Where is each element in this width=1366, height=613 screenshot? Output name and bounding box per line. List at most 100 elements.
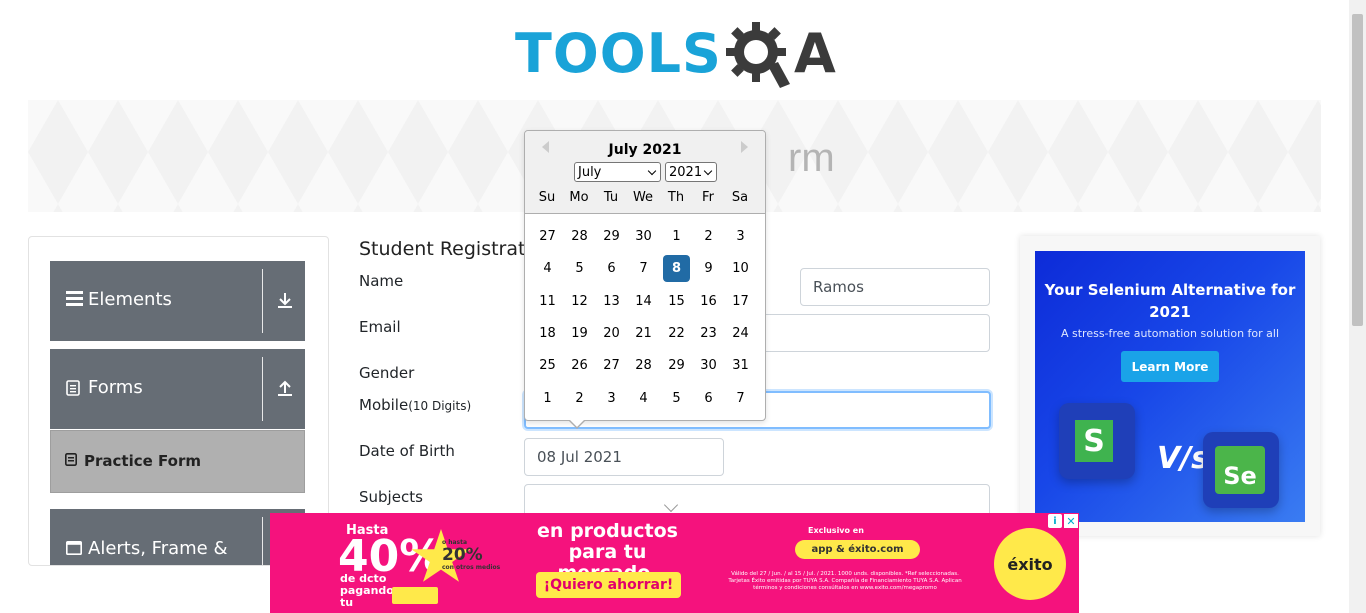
katalon-logo: S <box>1059 403 1135 479</box>
calendar-day[interactable]: 18 <box>534 320 561 347</box>
menu-group-elements[interactable]: Elements <box>50 261 305 341</box>
month-select[interactable]: July <box>574 162 661 182</box>
calendar-day[interactable]: 4 <box>534 255 561 282</box>
calendar-day[interactable]: 7 <box>630 255 657 282</box>
calendar-day[interactable]: 15 <box>663 288 690 315</box>
calendar-day[interactable]: 8 <box>663 255 690 282</box>
email-label: Email <box>359 318 401 336</box>
weekday-header: Th <box>667 190 685 205</box>
calendar-day[interactable]: 1 <box>663 223 690 250</box>
calendar-day[interactable]: 3 <box>727 223 754 250</box>
month-select-value: July <box>578 164 602 180</box>
calendar-day[interactable]: 30 <box>695 352 722 379</box>
vs-text: V/s <box>1157 441 1210 476</box>
email-input[interactable] <box>760 314 990 352</box>
calendar-day[interactable]: 9 <box>695 255 722 282</box>
year-select-value: 2021 <box>669 164 703 180</box>
weekday-header: We <box>632 190 654 205</box>
ad-subline: A stress-free automation solution for al… <box>1060 327 1280 340</box>
calendar-day[interactable]: 2 <box>695 223 722 250</box>
menu-group-label: Elements <box>88 289 172 310</box>
mobile-label-text: Mobile <box>359 396 409 414</box>
page: TOOLS A rm Elements Forms Practice Form … <box>0 0 1366 613</box>
calendar-day[interactable]: 30 <box>630 223 657 250</box>
ad-close-icon[interactable]: ✕ <box>1064 514 1078 528</box>
calendar-day[interactable]: 28 <box>566 223 593 250</box>
card-icon <box>392 587 438 604</box>
banner-title: rm <box>788 136 835 180</box>
calendar-day[interactable]: 12 <box>566 288 593 315</box>
mobile-label: Mobile(10 Digits) <box>359 396 471 414</box>
date-picker-popup: July 2021 July 2021 Su Mo Tu We Th Fr Sa 27 28 2… <box>524 130 766 429</box>
weekday-header: Mo <box>569 190 589 205</box>
calendar-day[interactable]: 25 <box>534 352 561 379</box>
calendar-day[interactable]: 5 <box>663 385 690 412</box>
date-of-birth-input[interactable]: 08 Jul 2021 <box>524 438 724 476</box>
menu-item-practice-form[interactable]: Practice Form <box>50 430 305 493</box>
scrollbar-thumb[interactable] <box>1352 14 1363 326</box>
calendar-day[interactable]: 5 <box>566 255 593 282</box>
upload-arrow-icon[interactable] <box>276 379 294 402</box>
ad-star-percent: 20% <box>442 545 483 565</box>
weekday-header: Tu <box>603 190 619 205</box>
calendar-day[interactable]: 24 <box>727 320 754 347</box>
date-picker-title: July 2021 <box>608 142 682 158</box>
menu-group-label: Alerts, Frame & <box>88 538 228 559</box>
quiero-ahorrar-button[interactable]: ¡Quiero ahorrar! <box>536 572 681 598</box>
ad-bottom-exito[interactable]: Hasta 40% o hasta 20% con otros medios d… <box>270 513 1079 613</box>
calendar-day[interactable]: 28 <box>630 352 657 379</box>
logo-tools-text: TOOLS <box>515 22 722 85</box>
calendar-day[interactable]: 23 <box>695 320 722 347</box>
calendar-day[interactable]: 21 <box>630 320 657 347</box>
calendar-day[interactable]: 6 <box>695 385 722 412</box>
calendar-day[interactable]: 1 <box>534 385 561 412</box>
vertical-scrollbar[interactable] <box>1349 0 1366 613</box>
calendar-day[interactable]: 2 <box>566 385 593 412</box>
calendar-day[interactable]: 13 <box>598 288 625 315</box>
katalon-logo-mark: S <box>1075 420 1113 462</box>
date-picker-tail-inner <box>570 420 584 427</box>
ad-headline: Your Selenium Alternative for 2021 <box>1044 281 1296 321</box>
chevron-down-icon <box>703 166 713 176</box>
toolsqa-logo[interactable]: TOOLS A <box>515 18 836 90</box>
date-picker-header: July 2021 July 2021 Su Mo Tu We Th Fr Sa <box>525 131 765 214</box>
calendar-day[interactable]: 16 <box>695 288 722 315</box>
learn-more-button[interactable]: Learn More <box>1121 351 1219 382</box>
calendar-day[interactable]: 27 <box>598 352 625 379</box>
calendar-day[interactable]: 22 <box>663 320 690 347</box>
year-select[interactable]: 2021 <box>665 162 717 182</box>
weekday-header: Fr <box>702 190 714 205</box>
calendar-day[interactable]: 26 <box>566 352 593 379</box>
menu-group-forms[interactable]: Forms <box>50 349 305 429</box>
gear-magnifier-icon <box>725 22 790 88</box>
ad-right-selenium[interactable]: Your Selenium Alternative for 2021 A str… <box>1035 251 1305 522</box>
calendar-day[interactable]: 31 <box>727 352 754 379</box>
weekday-header: Su <box>538 190 556 205</box>
last-name-input[interactable]: Ramos <box>800 268 990 306</box>
calendar-day[interactable]: 6 <box>598 255 625 282</box>
calendar-day[interactable]: 7 <box>727 385 754 412</box>
calendar-day[interactable]: 10 <box>727 255 754 282</box>
form-title: Student Registratio <box>359 238 543 260</box>
window-icon <box>66 540 82 560</box>
calendar-day[interactable]: 29 <box>663 352 690 379</box>
calendar-day[interactable]: 14 <box>630 288 657 315</box>
calendar-day[interactable]: 3 <box>598 385 625 412</box>
ad-info-icon[interactable]: i <box>1048 514 1062 528</box>
weekday-header: Sa <box>731 190 749 205</box>
calendar-day[interactable]: 11 <box>534 288 561 315</box>
calendar-day[interactable]: 27 <box>534 223 561 250</box>
menu-group-label: Forms <box>88 377 143 398</box>
gender-label: Gender <box>359 364 415 382</box>
dob-label: Date of Birth <box>359 442 455 460</box>
calendar-day[interactable]: 20 <box>598 320 625 347</box>
calendar-day[interactable]: 4 <box>630 385 657 412</box>
calendar-day[interactable]: 17 <box>727 288 754 315</box>
menu-group-alerts[interactable]: Alerts, Frame & <box>50 509 305 565</box>
menu-group-divider <box>262 269 263 333</box>
calendar-day[interactable]: 19 <box>566 320 593 347</box>
next-month-icon[interactable] <box>741 141 748 153</box>
exito-logo: éxito <box>994 528 1066 600</box>
calendar-day[interactable]: 29 <box>598 223 625 250</box>
download-arrow-icon[interactable] <box>276 291 294 314</box>
